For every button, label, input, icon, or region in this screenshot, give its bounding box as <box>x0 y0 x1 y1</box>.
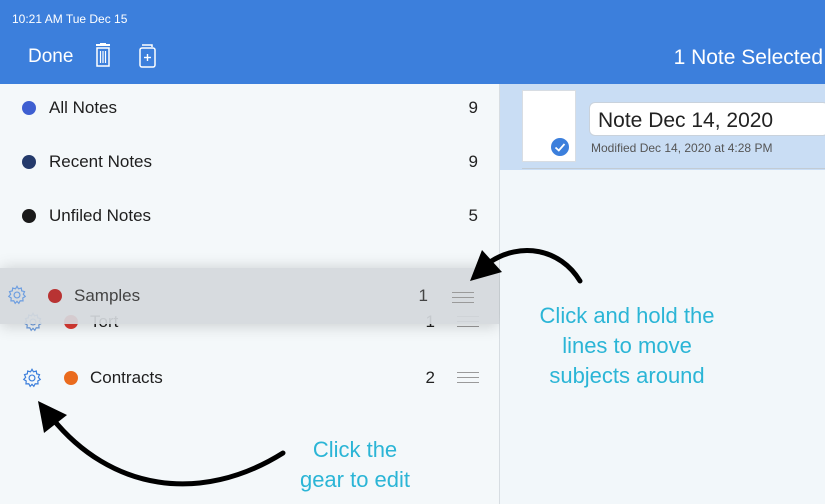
arrow-to-gear <box>38 401 286 487</box>
arrow-to-lines <box>470 248 583 284</box>
